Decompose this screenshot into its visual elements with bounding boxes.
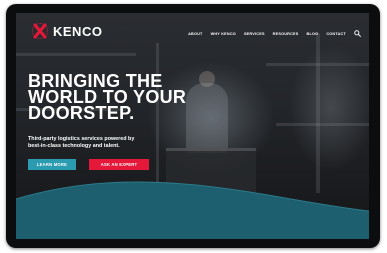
nav-why-kenco[interactable]: WHY KENCO bbox=[211, 32, 236, 36]
hero-wave bbox=[16, 181, 369, 239]
hero-subtext: Third-party logistics services powered b… bbox=[28, 136, 188, 150]
hero-headline: BRINGING THE WORLD TO YOUR DOORSTEP. bbox=[28, 72, 186, 123]
warehouse-shelf bbox=[276, 123, 369, 126]
nav-blog[interactable]: BLOG bbox=[307, 32, 319, 36]
nav-links: ABOUT WHY KENCO SERVICES RESOURCES BLOG … bbox=[180, 30, 361, 37]
brand-name: KENCO bbox=[53, 23, 103, 39]
nav-contact[interactable]: CONTACT bbox=[326, 32, 346, 36]
nav-services[interactable]: SERVICES bbox=[244, 32, 265, 36]
ask-an-expert-button[interactable]: ASK AN EXPERT bbox=[89, 159, 149, 170]
worker-figure bbox=[186, 83, 228, 153]
top-navigation: KENCO ABOUT WHY KENCO SERVICES RESOURCES… bbox=[16, 13, 369, 47]
kenco-logo[interactable]: KENCO bbox=[30, 23, 102, 39]
warehouse-shelf bbox=[16, 53, 136, 56]
search-icon[interactable] bbox=[354, 30, 361, 37]
device-frame: KENCO ABOUT WHY KENCO SERVICES RESOURCES… bbox=[6, 4, 380, 248]
kenco-x-mark-icon bbox=[32, 23, 48, 39]
learn-more-button[interactable]: LEARN MORE bbox=[28, 159, 76, 170]
nav-resources[interactable]: RESOURCES bbox=[273, 32, 299, 36]
subtext-line: Third-party logistics services powered b… bbox=[28, 136, 135, 142]
website-screen: KENCO ABOUT WHY KENCO SERVICES RESOURCES… bbox=[16, 13, 369, 239]
nav-about[interactable]: ABOUT bbox=[188, 32, 203, 36]
headline-line: DOORSTEP. bbox=[28, 103, 135, 123]
subtext-line: best-in-class technology and talent. bbox=[28, 143, 120, 149]
